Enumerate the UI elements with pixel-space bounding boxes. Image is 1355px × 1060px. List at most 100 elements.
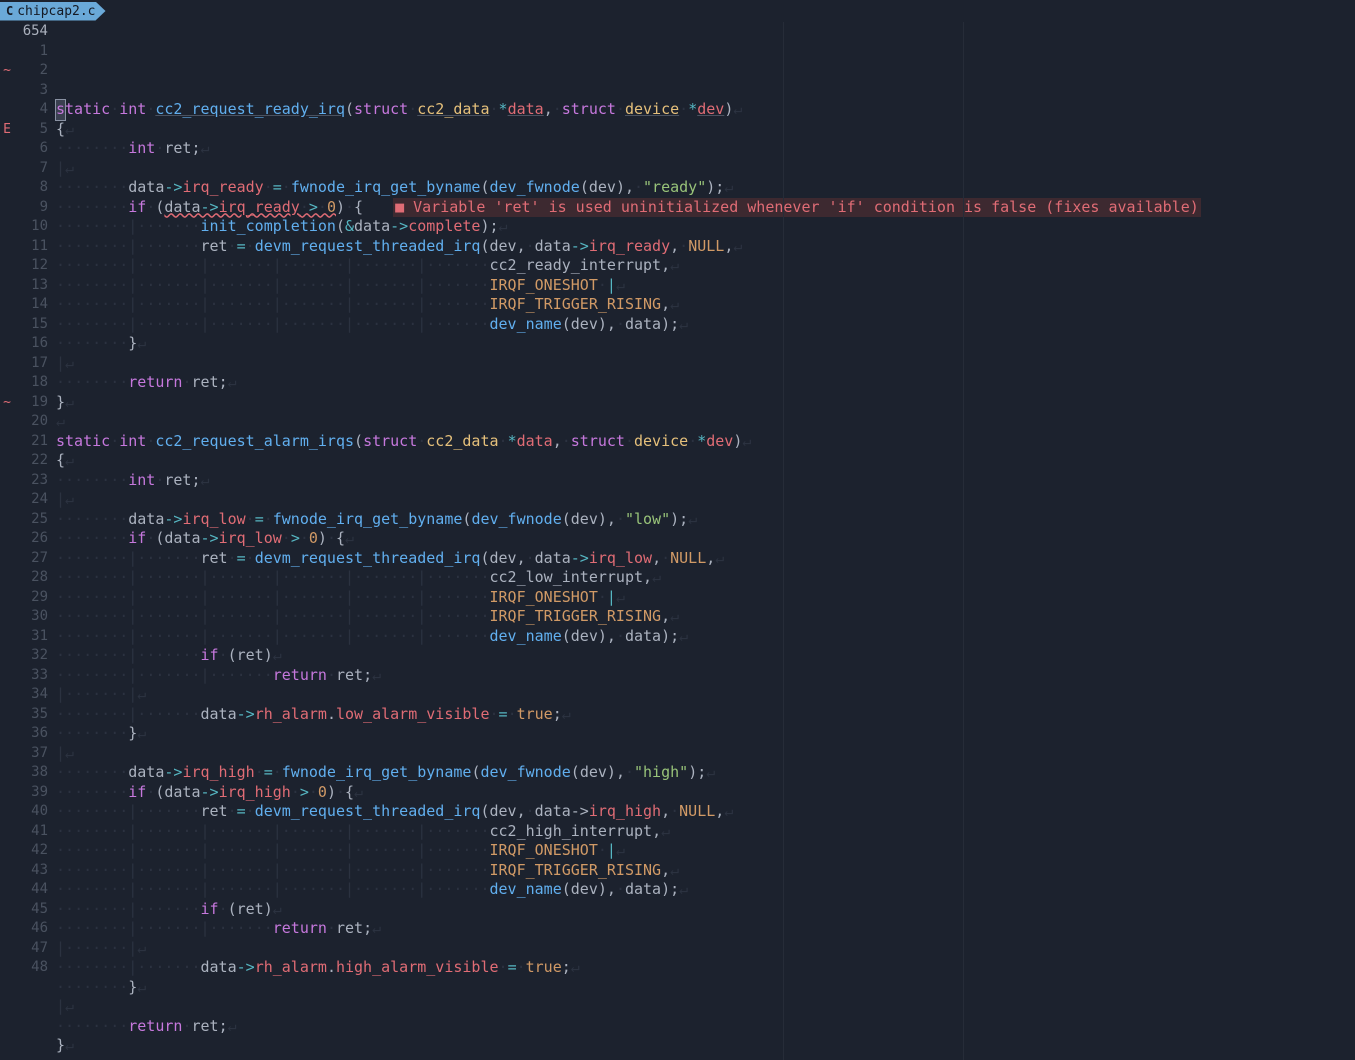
code-line[interactable]: ········}↵ [56,978,1355,998]
line-number: 1 [14,42,48,62]
code-line[interactable]: ········|·······|·······return·ret;↵ [56,919,1355,939]
sign-cell [0,159,14,179]
diagnostic-inline[interactable]: ■ Variable 'ret' is used uninitialized w… [393,198,1201,218]
code-line[interactable]: ········|·······|·······|·······|·······… [56,822,1355,842]
line-number: 26 [14,529,48,549]
code-line[interactable]: |·······|↵ [56,939,1355,959]
tab-bar: C chipcap2.c [0,0,1355,22]
code-line[interactable]: ········return·ret;↵ [56,1017,1355,1037]
line-number: 3 [14,81,48,101]
code-line[interactable]: static·int·cc2_request_ready_irq(struct·… [56,100,1355,120]
code-line[interactable]: ········|·······|·······|·······|·······… [56,880,1355,900]
sign-cell [0,783,14,803]
code-line[interactable]: |↵ [56,997,1355,1017]
sign-cell [0,198,14,218]
sign-cell [0,295,14,315]
code-line[interactable]: ········|·······|·······|·······|·······… [56,276,1355,296]
code-line[interactable]: ········|·······if·(ret)↵ [56,646,1355,666]
sign-cell [0,178,14,198]
code-line[interactable]: ········|·······|·······|·······|·······… [56,841,1355,861]
sign-cell [0,607,14,627]
sign-cell [0,139,14,159]
code-line[interactable]: ········if·(data->irq_ready·>·0)·{■ Vari… [56,198,1355,218]
sign-cell [0,841,14,861]
code-line[interactable]: ········int·ret;↵ [56,139,1355,159]
code-line[interactable]: ········data->irq_high·=·fwnode_irq_get_… [56,763,1355,783]
sign-cell [0,256,14,276]
sign-cell [0,588,14,608]
line-number: 10 [14,217,48,237]
line-number: 11 [14,237,48,257]
code-line[interactable]: ········|·······if·(ret)↵ [56,900,1355,920]
sign-cell [0,334,14,354]
code-line[interactable]: |↵ [56,159,1355,179]
line-number: 46 [14,919,48,939]
line-number: 23 [14,471,48,491]
code-line[interactable]: ········return·ret;↵ [56,373,1355,393]
code-line[interactable]: ········|·······|·······return·ret;↵ [56,666,1355,686]
code-line[interactable]: ········|·······|·······|·······|·······… [56,588,1355,608]
line-number: 38 [14,763,48,783]
code-line[interactable]: ········if·(data->irq_high·>·0)·{↵ [56,783,1355,803]
code-line[interactable]: ········|·······init_completion(&data->c… [56,217,1355,237]
code-line[interactable]: ········data->irq_low·=·fwnode_irq_get_b… [56,510,1355,530]
sign-cell [0,276,14,296]
editor[interactable]: ~E~ 654123456789101112131415161718192021… [0,22,1355,1060]
c-file-icon: C [6,4,13,18]
code-line[interactable]: |↵ [56,354,1355,374]
code-line[interactable]: ········|·······ret·=·devm_request_threa… [56,237,1355,257]
line-number: 39 [14,783,48,803]
code-line[interactable]: ········|·······|·······|·······|·······… [56,627,1355,647]
code-line[interactable]: |↵ [56,744,1355,764]
sign-cell [0,646,14,666]
sign-cell [0,549,14,569]
code-line[interactable]: {↵ [56,120,1355,140]
sign-cell [0,900,14,920]
code-line[interactable]: ········|·······data->rh_alarm.high_alar… [56,958,1355,978]
code-line[interactable]: ········|·······|·······|·······|·······… [56,295,1355,315]
line-number: 30 [14,607,48,627]
line-number: 42 [14,841,48,861]
code-line[interactable]: }↵ [56,1036,1355,1056]
sign-cell [0,217,14,237]
code-line[interactable]: ········}↵ [56,334,1355,354]
code-line[interactable]: ········|·······ret·=·devm_request_threa… [56,549,1355,569]
code-line[interactable]: }↵ [56,393,1355,413]
code-area[interactable]: static·int·cc2_request_ready_irq(struct·… [56,22,1355,1060]
file-tab[interactable]: C chipcap2.c [0,2,106,21]
code-line[interactable]: ········|·······|·······|·······|·······… [56,607,1355,627]
sign-cell [0,861,14,881]
code-line[interactable]: ········|·······|·······|·······|·······… [56,861,1355,881]
sign-cell [0,529,14,549]
sign-cell [0,744,14,764]
sign-cell [0,412,14,432]
code-line[interactable]: ········|·······ret·=·devm_request_threa… [56,802,1355,822]
code-line[interactable]: |↵ [56,490,1355,510]
line-number: 29 [14,588,48,608]
code-line[interactable]: static·int·cc2_request_alarm_irqs(struct… [56,432,1355,452]
line-number: 18 [14,373,48,393]
sign-cell [0,471,14,491]
code-line[interactable]: ········if·(data->irq_low·>·0)·{↵ [56,529,1355,549]
sign-cell [0,354,14,374]
tab-filename: chipcap2.c [17,4,95,19]
code-line[interactable]: ········data->irq_ready·=·fwnode_irq_get… [56,178,1355,198]
line-number: 48 [14,958,48,978]
code-line[interactable]: |·······|↵ [56,685,1355,705]
code-line[interactable]: ········|·······|·······|·······|·······… [56,315,1355,335]
line-number: 44 [14,880,48,900]
sign-cell [0,939,14,959]
code-line[interactable]: ········|·······data->rh_alarm.low_alarm… [56,705,1355,725]
code-line[interactable]: ↵ [56,412,1355,432]
code-line[interactable]: ········int·ret;↵ [56,471,1355,491]
line-number-column: 6541234567891011121314151617181920212223… [14,22,56,1060]
sign-cell [0,315,14,335]
line-number: 34 [14,685,48,705]
line-number: 21 [14,432,48,452]
line-number: 35 [14,705,48,725]
sign-cell [0,432,14,452]
code-line[interactable]: {↵ [56,451,1355,471]
code-line[interactable]: ········|·······|·······|·······|·······… [56,568,1355,588]
code-line[interactable]: ········}↵ [56,724,1355,744]
code-line[interactable]: ········|·······|·······|·······|·······… [56,256,1355,276]
